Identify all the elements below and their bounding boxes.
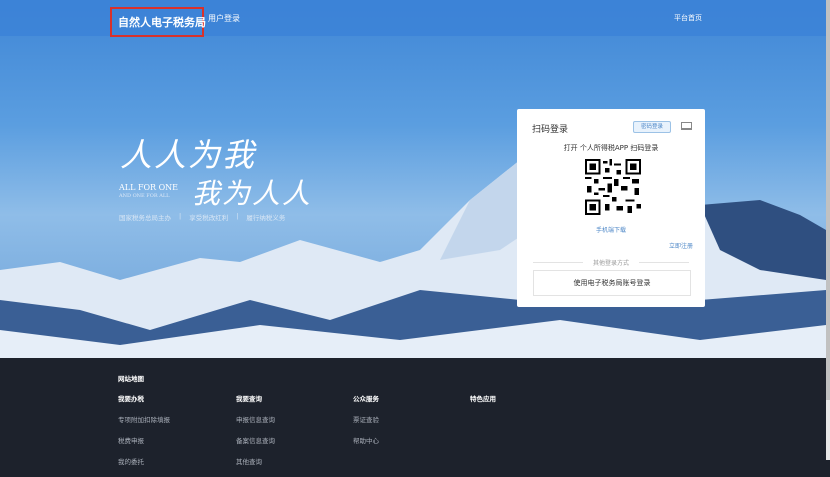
taglines: 国家税务总局主办 | 享受税改红利 | 履行纳税义务 xyxy=(119,212,286,222)
column-title: 公众服务 xyxy=(353,395,379,403)
footer-link[interactable]: 专项附加扣除填报 xyxy=(118,414,170,424)
slogan-english2: AND ONE FOR ALL xyxy=(119,193,170,199)
platform-home-link[interactable]: 平台首页 xyxy=(674,13,702,23)
slogan-line2: 我为人人 xyxy=(192,177,313,210)
card-title: 扫码登录 xyxy=(532,125,569,135)
footer-link[interactable]: 票证查验 xyxy=(353,414,379,424)
sitemap-title: 网站地图 xyxy=(118,375,144,383)
computer-icon[interactable] xyxy=(681,122,692,130)
column-title: 我要办税 xyxy=(118,395,144,403)
tagline: 享受税改红利 xyxy=(189,214,229,222)
footer-link[interactable]: 其他查询 xyxy=(236,456,275,466)
footer-link[interactable]: 备案信息查询 xyxy=(236,435,275,445)
footer-column: 我要办税 专项附加扣除填报 税费申报 我的委托 xyxy=(118,393,170,477)
column-title: 我要查询 xyxy=(236,395,262,403)
footer-link[interactable]: 我的委托 xyxy=(118,456,170,466)
top-header: 自然人电子税务局 用户登录 平台首页 xyxy=(0,0,826,37)
scrollbar-thumb[interactable] xyxy=(826,0,830,400)
column-title: 特色应用 xyxy=(470,395,496,403)
footer-column: 我要查询 申报信息查询 备案信息查询 其他查询 xyxy=(236,393,275,477)
account-login-button[interactable]: 使用电子税务局账号登录 xyxy=(533,270,691,296)
slogan-line1: 人人为我 xyxy=(120,136,257,174)
footer-link[interactable]: 帮助中心 xyxy=(353,435,379,445)
scrollbar[interactable] xyxy=(826,0,830,460)
user-login-link[interactable]: 用户登录 xyxy=(208,13,240,24)
scan-tip: 打开 个人所得税APP 扫码登录 xyxy=(563,144,659,152)
qr-code xyxy=(585,159,641,215)
login-card: 扫码登录 密码登录 打开 个人所得税APP 扫码登录 手机端下载 立即注册 其他… xyxy=(517,109,705,307)
tagline: 国家税务总局主办 xyxy=(119,214,171,222)
mobile-download-link[interactable]: 手机端下载 xyxy=(517,225,705,234)
site-brand[interactable]: 自然人电子税务局 xyxy=(110,7,206,37)
footer-link[interactable]: 税费申报 xyxy=(118,435,170,445)
footer: 网站地图 我要办税 专项附加扣除填报 税费申报 我的委托 我要查询 申报信息查询… xyxy=(0,358,826,466)
slogan-english1: ALL FOR ONE xyxy=(119,183,179,192)
footer-link[interactable]: 申报信息查询 xyxy=(236,414,275,424)
footer-column: 特色应用 xyxy=(470,393,496,414)
register-link[interactable]: 立即注册 xyxy=(669,241,693,250)
footer-column: 公众服务 票证查验 帮助中心 xyxy=(353,393,379,456)
password-login-button[interactable]: 密码登录 xyxy=(633,121,671,133)
tagline: 履行纳税义务 xyxy=(246,214,286,222)
other-login-divider: 其他登录方式 xyxy=(533,258,689,267)
